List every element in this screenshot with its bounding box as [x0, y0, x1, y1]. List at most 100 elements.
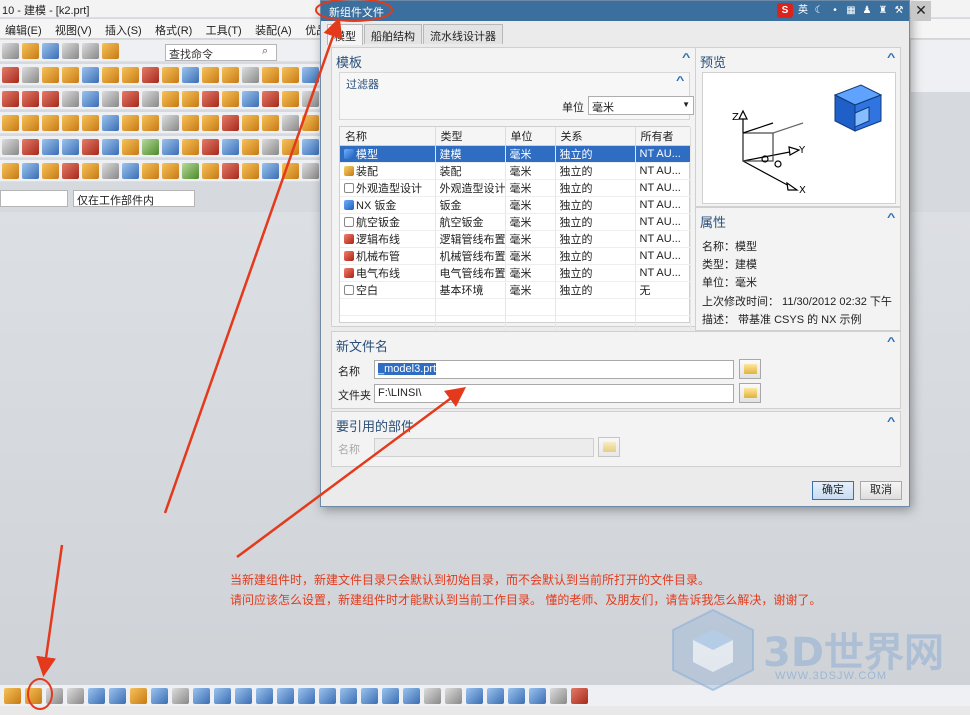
- menu-insert[interactable]: 插入(S): [100, 19, 147, 41]
- arc-icon[interactable]: [22, 90, 39, 107]
- folder-input[interactable]: F:\LINSI\: [374, 384, 734, 403]
- check-icon[interactable]: [142, 138, 159, 155]
- ime-keyboard-icon[interactable]: ▦: [845, 5, 857, 17]
- ruled-icon[interactable]: [22, 138, 39, 155]
- ime-skin-icon[interactable]: ♟: [861, 5, 873, 17]
- cancel-button[interactable]: 取消: [860, 481, 902, 500]
- explode-icon[interactable]: [109, 687, 126, 704]
- sphere-icon[interactable]: [162, 66, 179, 83]
- sync-paste-icon[interactable]: [142, 162, 159, 179]
- table-row[interactable]: 逻辑布线 逻辑管线布置 毫米 独立的 NT AU...: [340, 230, 691, 248]
- cone-icon[interactable]: [142, 66, 159, 83]
- table-row[interactable]: 机械布管 机械管线布置 毫米 独立的 NT AU...: [340, 247, 691, 265]
- datum-icon[interactable]: [2, 66, 19, 83]
- tab-line-designer[interactable]: 流水线设计器: [423, 24, 503, 44]
- point-icon[interactable]: [122, 90, 139, 107]
- undo-icon[interactable]: [62, 42, 79, 59]
- table-row[interactable]: 外观造型设计 外观造型设计 毫米 独立的 NT AU...: [340, 179, 691, 197]
- col-type[interactable]: 类型: [435, 127, 506, 146]
- ime-punct-icon[interactable]: •: [829, 5, 841, 17]
- display-icon[interactable]: [302, 138, 319, 155]
- view-right-icon[interactable]: [298, 687, 315, 704]
- sync-copy-icon[interactable]: [122, 162, 139, 179]
- col-name[interactable]: 名称: [340, 127, 436, 146]
- table-row[interactable]: 装配 装配 毫米 独立的 NT AU...: [340, 162, 691, 180]
- groove-icon[interactable]: [282, 66, 299, 83]
- table-row[interactable]: 航空钣金 航空钣金 毫米 独立的 NT AU...: [340, 213, 691, 231]
- save-icon[interactable]: [42, 42, 59, 59]
- bounded-plane-icon[interactable]: [102, 138, 119, 155]
- collapse-filter-icon[interactable]: ^: [676, 75, 684, 87]
- view-front-icon[interactable]: [256, 687, 273, 704]
- rectangle-icon[interactable]: [42, 90, 59, 107]
- sync-relate-icon[interactable]: [202, 162, 219, 179]
- view-trimetric-icon[interactable]: [340, 687, 357, 704]
- browse-name-button[interactable]: [739, 359, 761, 379]
- measure-icon[interactable]: [222, 138, 239, 155]
- view-back-icon[interactable]: [361, 687, 378, 704]
- bridge-curve-icon[interactable]: [182, 90, 199, 107]
- menu-format[interactable]: 格式(R): [150, 19, 197, 41]
- project-curve-icon[interactable]: [242, 90, 259, 107]
- menu-view[interactable]: 视图(V): [50, 19, 97, 41]
- col-owner[interactable]: 所有者: [635, 127, 691, 146]
- offset-curve-icon[interactable]: [162, 90, 179, 107]
- swept-icon[interactable]: [42, 138, 59, 155]
- pad-icon[interactable]: [222, 66, 239, 83]
- reference-set-icon[interactable]: [235, 687, 252, 704]
- wave-icon[interactable]: [193, 687, 210, 704]
- intersect-curve-icon[interactable]: [262, 90, 279, 107]
- curvature-icon[interactable]: [202, 138, 219, 155]
- ime-shirt-icon[interactable]: ♜: [877, 5, 889, 17]
- collapse-template-icon[interactable]: ^: [682, 52, 690, 64]
- menu-edit[interactable]: 编辑(E): [0, 19, 47, 41]
- unit-select[interactable]: 毫米 ▼: [588, 96, 694, 115]
- browse-folder-button[interactable]: [739, 383, 761, 403]
- col-unit[interactable]: 单位: [505, 127, 556, 146]
- extract-curve-icon[interactable]: [222, 90, 239, 107]
- menu-assembly[interactable]: 装配(A): [250, 19, 297, 41]
- pattern-component-icon[interactable]: [172, 687, 189, 704]
- table-row[interactable]: 空白 基本环境 毫米 独立的 无: [340, 281, 691, 299]
- scale-icon[interactable]: [242, 114, 259, 131]
- mirror-icon[interactable]: [202, 114, 219, 131]
- zoom-icon[interactable]: [487, 687, 504, 704]
- sew-icon[interactable]: [282, 114, 299, 131]
- col-relation[interactable]: 关系: [555, 127, 636, 146]
- sync-delete-icon[interactable]: [102, 162, 119, 179]
- table-row[interactable]: NX 钣金 钣金 毫米 独立的 NT AU...: [340, 196, 691, 214]
- name-input[interactable]: _model3.prt: [374, 360, 734, 379]
- pattern-icon[interactable]: [182, 114, 199, 131]
- type-filter-select[interactable]: [0, 190, 68, 207]
- deviation-icon[interactable]: [182, 138, 199, 155]
- cylinder-icon[interactable]: [122, 66, 139, 83]
- offset-face-icon[interactable]: [222, 114, 239, 131]
- studio-surface-icon[interactable]: [62, 138, 79, 155]
- template-table[interactable]: 名称 类型 单位 关系 所有者 模型 建模 毫米 独立的 NT AU... 装配 装配 毫米独…: [339, 126, 691, 333]
- sync-pattern-icon[interactable]: [182, 162, 199, 179]
- rib-icon[interactable]: [262, 66, 279, 83]
- shaded-icon[interactable]: [424, 687, 441, 704]
- sync-move-icon[interactable]: [2, 162, 19, 179]
- layer-icon[interactable]: [282, 138, 299, 155]
- ok-button[interactable]: 确定: [812, 481, 854, 500]
- view-iso-icon[interactable]: [319, 687, 336, 704]
- spline-icon[interactable]: [82, 90, 99, 107]
- law-curve-icon[interactable]: [102, 90, 119, 107]
- ime-moon-icon[interactable]: ☾: [813, 5, 825, 17]
- mirror-assembly-icon[interactable]: [151, 687, 168, 704]
- open-icon[interactable]: [22, 42, 39, 59]
- clearance-icon[interactable]: [214, 687, 231, 704]
- collapse-preview-icon[interactable]: ^: [887, 52, 895, 64]
- ime-tools-icon[interactable]: ⚒: [893, 5, 905, 17]
- revolve-icon[interactable]: [62, 66, 79, 83]
- subtract-icon[interactable]: [22, 114, 39, 131]
- sync-group-icon[interactable]: [242, 162, 259, 179]
- section-view-icon[interactable]: [242, 138, 259, 155]
- sync-resize-icon[interactable]: [82, 162, 99, 179]
- helix-icon[interactable]: [62, 90, 79, 107]
- add-component-icon[interactable]: [4, 687, 21, 704]
- find-command-input[interactable]: 查找命令: [165, 44, 277, 61]
- text-icon[interactable]: [142, 90, 159, 107]
- extension-icon[interactable]: [122, 138, 139, 155]
